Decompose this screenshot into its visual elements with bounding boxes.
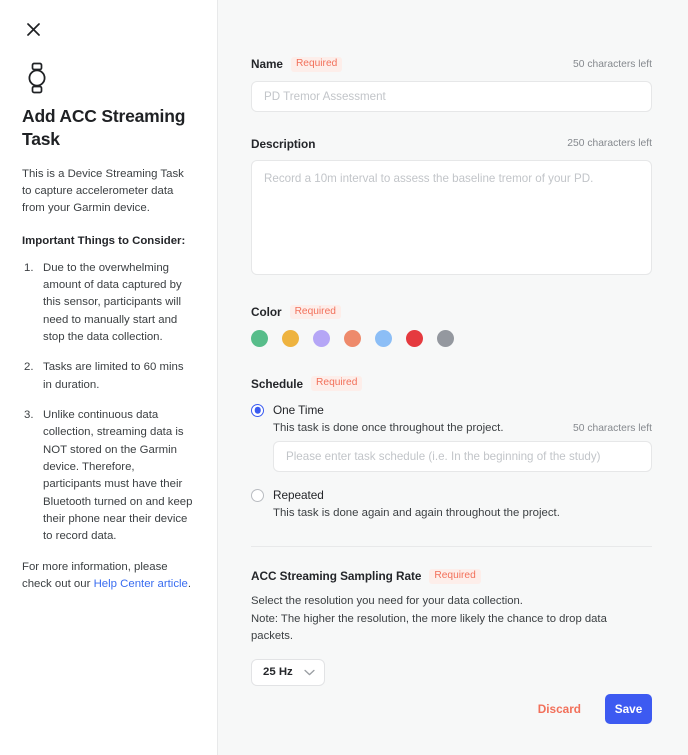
considerations-heading: Important Things to Consider: (22, 234, 186, 247)
description-char-count: 250 characters left (567, 138, 652, 150)
name-label: Name (251, 57, 283, 72)
sampling-rate-required-badge: Required (429, 569, 481, 584)
sampling-rate-helper-2: Note: The higher the resolution, the mor… (251, 612, 607, 642)
name-input[interactable] (251, 80, 652, 112)
radio-one-time-label: One Time (273, 403, 324, 418)
page-title: Add ACC Streaming Task (22, 106, 186, 150)
color-swatch-row (251, 330, 652, 348)
radio-one-time[interactable] (251, 403, 264, 417)
color-swatch-gray[interactable] (437, 330, 454, 348)
color-swatch-purple[interactable] (313, 330, 330, 348)
description-field-header: Description 250 characters left (251, 137, 652, 151)
schedule-option-repeated[interactable]: Repeated (251, 488, 652, 502)
list-item: Due to the overwhelming amount of data c… (24, 260, 182, 343)
color-swatch-light-blue[interactable] (375, 330, 392, 348)
sampling-rate-label: ACC Streaming Sampling Rate (251, 569, 422, 584)
name-required-badge: Required (290, 57, 343, 72)
schedule-input[interactable] (273, 441, 652, 473)
color-label-group: Color Required (251, 304, 341, 320)
schedule-input-wrap (251, 441, 652, 473)
sampling-rate-select[interactable]: 25 Hz (251, 658, 325, 686)
task-form: Name Required 50 characters left Descrip… (218, 0, 688, 755)
color-field-block: Color Required (251, 304, 652, 348)
close-icon (26, 22, 40, 36)
description-textarea[interactable] (251, 159, 652, 275)
sampling-rate-select-wrap: 25 Hz (251, 658, 325, 686)
list-item: Tasks are limited to 60 mins in duration… (24, 359, 184, 391)
one-time-description-row: This task is done once throughout the pr… (251, 422, 652, 434)
section-divider (251, 546, 652, 548)
radio-repeated-label: Repeated (273, 488, 324, 503)
list-item: Unlike continuous data collection, strea… (24, 407, 193, 543)
sampling-rate-value: 25 Hz (263, 666, 293, 679)
schedule-field-header: Schedule Required (251, 376, 652, 392)
one-time-description: This task is done once throughout the pr… (273, 422, 504, 435)
save-button[interactable]: Save (605, 694, 652, 724)
repeated-description-row: This task is done again and again throug… (251, 507, 652, 519)
color-swatch-green[interactable] (251, 330, 268, 348)
color-swatch-amber[interactable] (282, 330, 299, 348)
sampling-rate-helper-1: Select the resolution you need for your … (251, 594, 523, 607)
form-footer: Discard Save (536, 694, 652, 724)
schedule-field-block: Schedule Required One Time This task is … (251, 376, 652, 519)
name-field-header: Name Required 50 characters left (251, 57, 652, 72)
sidebar-intro-text: This is a Device Streaming Task to captu… (22, 167, 184, 215)
name-label-group: Name Required (251, 57, 343, 72)
repeated-description: This task is done again and again throug… (273, 507, 560, 520)
name-field-block: Name Required 50 characters left (251, 57, 652, 112)
name-char-count: 50 characters left (573, 58, 652, 70)
schedule-label: Schedule (251, 376, 304, 391)
schedule-required-badge: Required (311, 376, 363, 392)
color-label: Color (251, 305, 282, 320)
chevron-down-icon (304, 663, 315, 681)
sampling-rate-block: ACC Streaming Sampling Rate Required Sel… (251, 569, 652, 686)
color-required-badge: Required (289, 304, 341, 320)
sampling-rate-label-group: ACC Streaming Sampling Rate Required (251, 569, 481, 584)
close-button[interactable] (22, 18, 44, 40)
info-sidebar: Add ACC Streaming Task This is a Device … (0, 0, 218, 755)
add-task-modal: Add ACC Streaming Task This is a Device … (0, 0, 688, 755)
schedule-option-one-time[interactable]: One Time (251, 403, 652, 417)
more-info-suffix: . (187, 577, 192, 590)
watch-icon (22, 62, 52, 94)
color-swatch-salmon[interactable] (344, 330, 361, 348)
considerations-list: Due to the overwhelming amount of data c… (24, 260, 195, 546)
help-center-link[interactable]: Help Center article (94, 578, 188, 590)
schedule-char-count: 50 characters left (573, 422, 652, 434)
color-swatch-red[interactable] (406, 330, 423, 348)
description-field-block: Description 250 characters left (251, 137, 652, 280)
schedule-label-group: Schedule Required (251, 376, 363, 392)
sampling-rate-header: ACC Streaming Sampling Rate Required (251, 569, 652, 584)
description-label: Description (251, 136, 316, 151)
more-info-note: For more information, please check out o… (22, 559, 195, 594)
radio-repeated[interactable] (251, 488, 264, 502)
discard-button[interactable]: Discard (536, 698, 583, 720)
color-field-header: Color Required (251, 304, 652, 320)
description-label-group: Description (251, 137, 315, 151)
